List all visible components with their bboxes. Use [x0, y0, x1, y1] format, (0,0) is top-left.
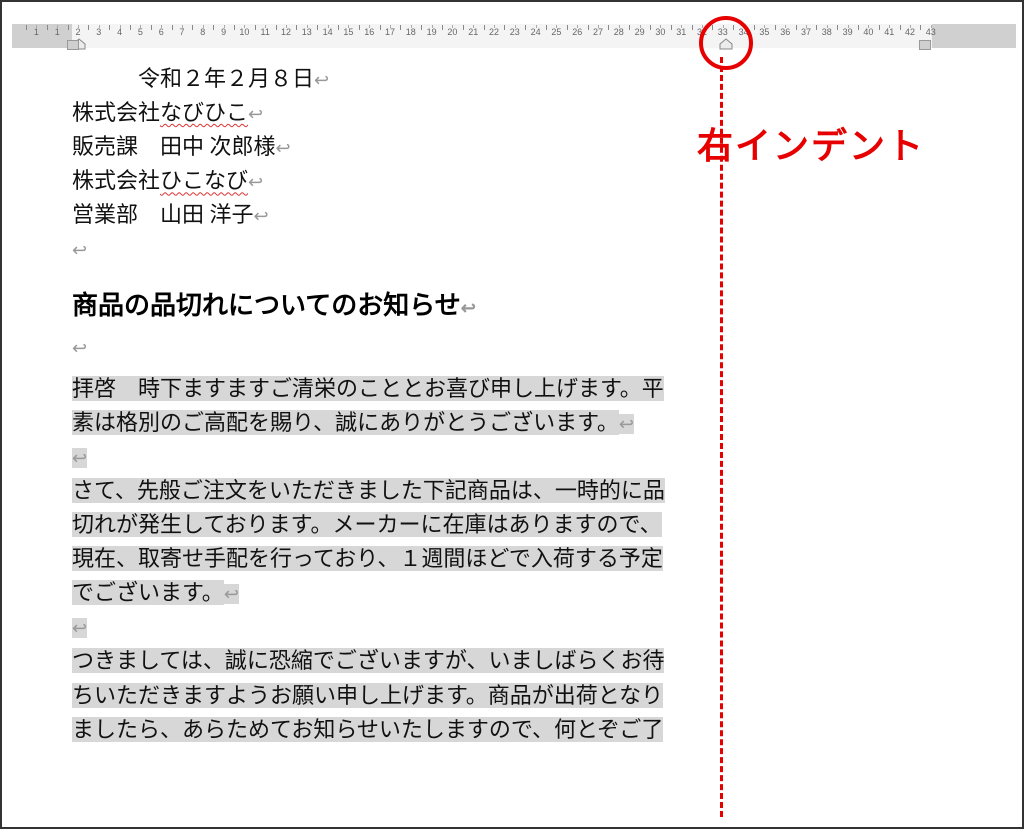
- return-icon: ↩: [72, 338, 87, 358]
- ruler-tick: 1: [26, 27, 47, 37]
- return-icon: ↩: [276, 138, 291, 158]
- ruler-tick: 22: [484, 27, 505, 37]
- ruler-tick: 13: [296, 27, 317, 37]
- recipient-company: 株式会社なびひこ↩: [72, 96, 732, 130]
- date-line: 令和２年２月８日↩: [72, 62, 732, 96]
- ruler-tick: 3: [88, 27, 109, 37]
- return-icon: ↩: [619, 414, 634, 434]
- sender-person: 営業部 山田 洋子↩: [72, 198, 732, 232]
- ruler-tick: 26: [567, 27, 588, 37]
- body-line: つきましては、誠に恐縮でございますが、いましばらくお待: [72, 648, 664, 673]
- ruler-tick: 43: [920, 27, 941, 37]
- return-icon: ↩: [72, 240, 87, 260]
- ruler-tick: 4: [109, 27, 130, 37]
- ruler-tick: 8: [192, 27, 213, 37]
- body-text-selected[interactable]: 拝啓 時下ますますご清栄のこととお喜び申し上げます。平 素は格別のご高配を賜り、…: [72, 372, 732, 747]
- ruler-tick: 1: [47, 27, 68, 37]
- ruler-tick: 41: [879, 27, 900, 37]
- ruler-tick: 14: [317, 27, 338, 37]
- ruler-tick: 5: [130, 27, 151, 37]
- body-line: ちいただきますようお願い申し上げます。商品が出荷となり: [72, 683, 663, 708]
- ruler-tick: 25: [546, 27, 567, 37]
- ruler-tick: 23: [504, 27, 525, 37]
- ruler-tick: 16: [359, 27, 380, 37]
- body-line: ましたら、あらためてお知らせいたしますので、何とぞご了: [72, 717, 663, 742]
- sender-company: 株式会社ひこなび↩: [72, 164, 732, 198]
- return-icon: ↩: [461, 298, 476, 318]
- ruler-tick: 17: [380, 27, 401, 37]
- body-line: 切れが発生しております。メーカーに在庫はありますので、: [72, 512, 662, 537]
- ruler-tick: 10: [234, 27, 255, 37]
- word-processor-view: 1123456789101112131415161718192021222324…: [0, 0, 1024, 829]
- recipient-person: 販売課 田中 次郎様↩: [72, 130, 732, 164]
- ruler-tick: 11: [255, 27, 276, 37]
- ruler-tick: 31: [671, 27, 692, 37]
- ruler-tick: 42: [900, 27, 921, 37]
- ruler-tick: 28: [608, 27, 629, 37]
- return-icon: ↩: [314, 70, 329, 90]
- ruler-tick: 20: [442, 27, 463, 37]
- horizontal-ruler[interactable]: 1123456789101112131415161718192021222324…: [12, 24, 1012, 54]
- body-line: でございます。: [72, 580, 224, 605]
- return-icon: ↩: [224, 584, 239, 604]
- ruler-tick: 35: [754, 27, 775, 37]
- blank-line: ↩: [72, 232, 732, 266]
- left-indent-bottom-marker[interactable]: [67, 40, 79, 50]
- ruler-tick: 40: [858, 27, 879, 37]
- body-line: さて、先般ご注文をいただきました下記商品は、一時的に品: [72, 478, 665, 503]
- right-margin-marker[interactable]: [919, 40, 931, 50]
- ruler-tick: 18: [400, 27, 421, 37]
- document-title: 商品の品切れについてのお知らせ↩: [72, 285, 732, 322]
- body-line: 拝啓 時下ますますご清栄のこととお喜び申し上げます。平: [72, 376, 664, 401]
- body-line: 現在、取寄せ手配を行っており、１週間ほどで入荷する予定: [72, 546, 663, 571]
- ruler-tick: 15: [338, 27, 359, 37]
- ruler-tick: 30: [650, 27, 671, 37]
- ruler-tick: 37: [796, 27, 817, 37]
- return-icon: ↩: [254, 206, 269, 226]
- ruler-tick: 7: [172, 27, 193, 37]
- ruler-tick: 2: [68, 27, 89, 37]
- ruler-tick: 39: [837, 27, 858, 37]
- ruler-tick: 19: [421, 27, 442, 37]
- blank-line: ↩: [72, 330, 732, 364]
- ruler-tick: 12: [276, 27, 297, 37]
- ruler-right-margin: [932, 24, 1016, 48]
- ruler-tick: 24: [525, 27, 546, 37]
- body-line: 素は格別のご高配を賜り、誠にありがとうございます。: [72, 410, 619, 435]
- ruler-tick: 36: [775, 27, 796, 37]
- date-text: 令和２年２月８日: [72, 66, 314, 91]
- ruler-tick: 21: [463, 27, 484, 37]
- return-icon: ↩: [72, 448, 87, 468]
- ruler-tick: 6: [151, 27, 172, 37]
- ruler-tick: 9: [213, 27, 234, 37]
- ruler-tick: 27: [588, 27, 609, 37]
- document-page[interactable]: 令和２年２月８日↩ 株式会社なびひこ↩ 販売課 田中 次郎様↩ 株式会社ひこなび…: [72, 62, 732, 747]
- return-icon: ↩: [248, 104, 263, 124]
- ruler-tick: 29: [629, 27, 650, 37]
- ruler-tick: 38: [816, 27, 837, 37]
- return-icon: ↩: [248, 172, 263, 192]
- return-icon: ↩: [72, 618, 87, 638]
